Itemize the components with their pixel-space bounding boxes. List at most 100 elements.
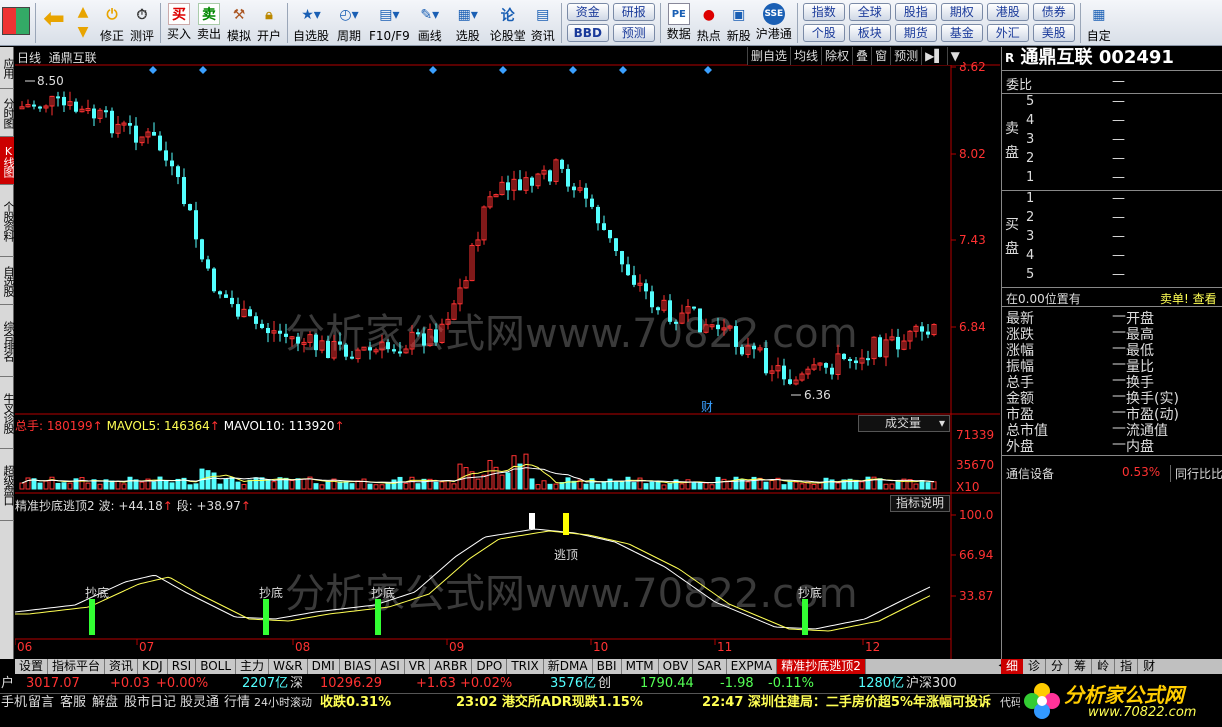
forum-button[interactable]: 论 论股堂 bbox=[488, 1, 528, 45]
dropdown-button[interactable]: ▼ bbox=[946, 47, 963, 65]
tab-indicator[interactable]: 主力 bbox=[236, 659, 270, 674]
sidebar-item-ranking[interactable]: 综合排名 bbox=[0, 305, 15, 377]
tab-indicator[interactable]: BIAS bbox=[339, 659, 377, 674]
us-stock-button[interactable]: 美股 bbox=[1032, 24, 1075, 42]
kline-chart-svg[interactable]: 8.62 8.02 7.43 6.84 71339 35670 X10 100.0 66.94 3… bbox=[15, 47, 1000, 659]
tab-index[interactable]: 指 bbox=[1115, 659, 1139, 674]
hk-connect-button[interactable]: SSE 沪港通 bbox=[754, 1, 794, 45]
ma-button[interactable]: 均线 bbox=[790, 47, 821, 65]
period-button[interactable]: ◴▾ 周期 bbox=[331, 1, 367, 45]
news-button[interactable]: ▤ 资讯 bbox=[528, 1, 558, 45]
overlay-button[interactable]: 叠 bbox=[852, 47, 871, 65]
tab-indicator[interactable]: MTM bbox=[621, 659, 659, 674]
tab-ridge[interactable]: 岭 bbox=[1092, 659, 1116, 674]
status-analysis[interactable]: 解盘 bbox=[92, 694, 118, 710]
open-account-button[interactable]: 🔒︎ 开户 bbox=[254, 1, 284, 45]
buy-button[interactable]: 买 买入 bbox=[164, 1, 194, 45]
status-24h[interactable]: 24小时滚动 bbox=[254, 694, 312, 710]
tab-indicator[interactable]: ARBR bbox=[430, 659, 473, 674]
indicator-help-button[interactable]: 指标说明 bbox=[890, 495, 950, 512]
updown-button[interactable]: ▲ ▼ bbox=[69, 1, 97, 45]
tab-indicator[interactable]: 资讯 bbox=[105, 659, 139, 674]
test-button[interactable]: ⏱ 测评 bbox=[127, 1, 157, 45]
research-button[interactable]: 研报 bbox=[612, 3, 655, 21]
stock-button[interactable]: 个股 bbox=[802, 24, 845, 42]
tab-indicator[interactable]: RSI bbox=[167, 659, 197, 674]
tab-diagnose[interactable]: 诊 bbox=[1023, 659, 1047, 674]
tab-indicator[interactable]: OBV bbox=[658, 659, 694, 674]
tab-indicator[interactable]: 设置 bbox=[15, 659, 49, 674]
volume-type-button[interactable]: 成交量 ▾ bbox=[858, 415, 950, 432]
sidebar-item-intraday[interactable]: 分时图 bbox=[0, 89, 15, 137]
bond-button[interactable]: 债券 bbox=[1032, 3, 1075, 21]
draw-line-button[interactable]: ✎▾ 画线 bbox=[412, 1, 448, 45]
status-stockling[interactable]: 股灵通 bbox=[180, 694, 219, 710]
custom-button[interactable]: ▦ 自定 bbox=[1084, 1, 1114, 45]
tab-indicator[interactable]: DMI bbox=[307, 659, 340, 674]
global-button[interactable]: 全球 bbox=[848, 3, 891, 21]
tab-indicator[interactable]: BOLL bbox=[196, 659, 237, 674]
hk-stock-button[interactable]: 港股 bbox=[986, 3, 1029, 21]
sell-button[interactable]: 卖 卖出 bbox=[194, 1, 224, 45]
remove-watch-button[interactable]: 删自选 bbox=[747, 47, 790, 65]
tab-indicator[interactable]: 指标平台 bbox=[48, 659, 106, 674]
order-link[interactable]: 卖单! 查看 bbox=[1160, 290, 1217, 307]
simulate-button[interactable]: ⚒ 模拟 bbox=[224, 1, 254, 45]
hotspot-button[interactable]: ● 热点 bbox=[694, 1, 724, 45]
sidebar-item-super-quote[interactable]: 超级盘口 bbox=[0, 449, 15, 521]
sidebar-item-kline[interactable]: K线图 bbox=[0, 137, 15, 185]
tab-indicator[interactable]: SAR bbox=[693, 659, 727, 674]
back-button[interactable]: ⬅ bbox=[39, 1, 69, 45]
fix-button[interactable]: ⏻ 修正 bbox=[97, 1, 127, 45]
f10-button[interactable]: ▤▾ F10/F9 bbox=[367, 1, 412, 45]
news-item-1[interactable]: 收跌0.31% bbox=[320, 694, 391, 710]
ipo-button[interactable]: ▣ 新股 bbox=[724, 1, 754, 45]
tab-indicator[interactable]: VR bbox=[404, 659, 431, 674]
sidebar-item-watchlist[interactable]: 自选股 bbox=[0, 257, 15, 305]
fund-button[interactable]: 基金 bbox=[940, 24, 983, 42]
watchlist-button[interactable]: ★▾ 自选股 bbox=[291, 1, 331, 45]
tab-indicator[interactable]: W&R bbox=[269, 659, 308, 674]
sector-button[interactable]: 板块 bbox=[848, 24, 891, 42]
news-item-3[interactable]: 22:47 深圳住建局：二手房价超5%年涨幅可投诉 bbox=[702, 694, 991, 710]
tab-indicator[interactable]: BBI bbox=[592, 659, 622, 674]
tab-indicator[interactable]: TRIX bbox=[507, 659, 544, 674]
news-item-2[interactable]: 23:02 港交所ADR现跌1.15% bbox=[456, 694, 643, 710]
status-diary[interactable]: 股市日记 bbox=[124, 694, 176, 710]
status-service[interactable]: 客服 bbox=[60, 694, 86, 710]
tab-detail[interactable]: 细 bbox=[1001, 659, 1024, 674]
data-button[interactable]: PE 数据 bbox=[664, 1, 694, 45]
forecast-button[interactable]: 预测 bbox=[612, 24, 655, 42]
options-button[interactable]: 期权 bbox=[940, 3, 983, 21]
status-message[interactable]: 留言 bbox=[28, 694, 54, 710]
play-button[interactable]: ▶▌ bbox=[921, 47, 946, 65]
sidebar-item-diagnosis[interactable]: 牛叉诊股 bbox=[0, 377, 15, 449]
forex-button[interactable]: 外汇 bbox=[986, 24, 1029, 42]
sidebar-item-apps[interactable]: 应用 bbox=[0, 47, 15, 89]
sidebar-item-profile[interactable]: 个股资料 bbox=[0, 185, 15, 257]
tab-chips[interactable]: 筹 bbox=[1069, 659, 1093, 674]
grid-button[interactable] bbox=[0, 1, 32, 45]
tab-indicator[interactable]: KDJ bbox=[138, 659, 168, 674]
funds-button[interactable]: 资金 bbox=[566, 3, 609, 21]
ex-right-button[interactable]: 除权 bbox=[821, 47, 852, 65]
forecast-chart-button[interactable]: 预测 bbox=[890, 47, 921, 65]
tab-indicator[interactable]: EXPMA bbox=[726, 659, 778, 674]
kline-chart-area[interactable]: 8.62 8.02 7.43 6.84 71339 35670 X10 100.0 66.94 3… bbox=[15, 47, 1000, 659]
tab-finance[interactable]: 财 bbox=[1138, 659, 1160, 674]
window-button[interactable]: 窗 bbox=[871, 47, 890, 65]
tab-indicator[interactable]: DPO bbox=[472, 659, 508, 674]
bbd-button[interactable]: BBD bbox=[566, 24, 609, 42]
futures-button[interactable]: 期货 bbox=[894, 24, 937, 42]
status-code[interactable]: 代码 bbox=[1000, 694, 1020, 710]
status-mobile[interactable]: 手机 bbox=[1, 694, 27, 710]
tab-indicator[interactable]: 新DMA bbox=[543, 659, 593, 674]
tab-indicator[interactable]: ASI bbox=[376, 659, 405, 674]
tab-split[interactable]: 分 bbox=[1046, 659, 1070, 674]
status-quote[interactable]: 行情 bbox=[224, 694, 250, 710]
index-button[interactable]: 指数 bbox=[802, 3, 845, 21]
select-stock-button[interactable]: ▦▾ 选股 bbox=[448, 1, 488, 45]
tab-indicator[interactable]: 精准抄底逃顶2 bbox=[777, 659, 866, 674]
stock-index-button[interactable]: 股指 bbox=[894, 3, 937, 21]
compare-button[interactable]: 同行比比 bbox=[1170, 465, 1222, 482]
